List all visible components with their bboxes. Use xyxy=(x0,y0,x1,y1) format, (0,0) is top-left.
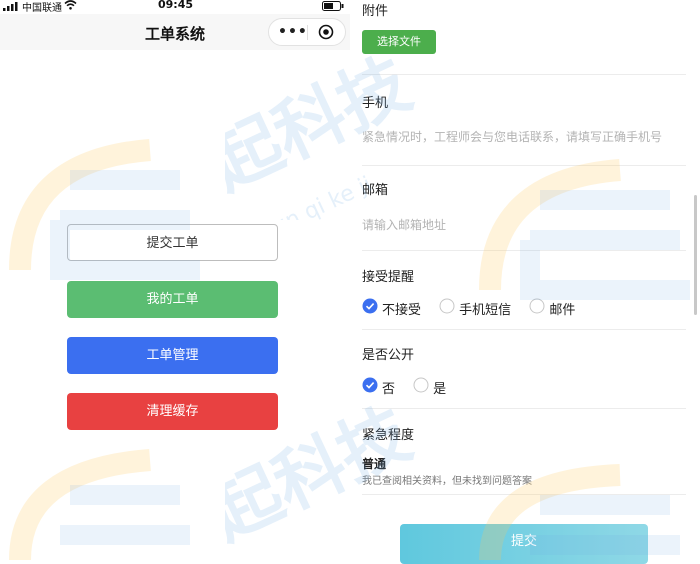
reminder-label: 接受提醒 xyxy=(362,270,415,285)
ticket-form-panel: 附件 选择文件 手机 紧急情况时，工程师会与您电话联系，请填写正确手机号 邮箱 … xyxy=(350,0,700,564)
divider xyxy=(362,329,686,330)
mini-program-capsule: ••• xyxy=(268,18,346,46)
wifi-icon xyxy=(64,0,77,13)
public-option-label: 否 xyxy=(382,381,396,397)
phone-input[interactable]: 紧急情况时，工程师会与您电话联系，请填写正确手机号 xyxy=(362,128,662,145)
divider xyxy=(362,74,686,75)
radio-checked-icon[interactable] xyxy=(362,298,378,318)
urgency-label: 紧急程度 xyxy=(362,428,415,443)
radio-unchecked-icon[interactable] xyxy=(439,298,455,318)
more-dots-icon[interactable]: ••• xyxy=(278,24,308,40)
nav-bar: 工单系统 ••• xyxy=(0,14,350,50)
public-radio-group: 否 是 xyxy=(362,377,460,397)
email-label: 邮箱 xyxy=(362,183,389,198)
reminder-option-label: 手机短信 xyxy=(459,302,512,318)
divider xyxy=(362,250,686,251)
divider xyxy=(362,494,686,495)
choose-file-button[interactable]: 选择文件 xyxy=(362,30,436,54)
my-tickets-button[interactable]: 我的工单 xyxy=(67,281,278,318)
urgency-description: 我已查阅相关资料，但未找到问题答案 xyxy=(362,476,532,487)
submit-button[interactable]: 提交 xyxy=(400,524,648,564)
status-bar: 中国联通 09:45 xyxy=(0,0,350,14)
ticket-management-button[interactable]: 工单管理 xyxy=(67,337,278,374)
urgency-value[interactable]: 普通 xyxy=(362,455,386,472)
divider xyxy=(362,408,686,409)
target-close-icon[interactable] xyxy=(318,24,334,44)
radio-checked-icon[interactable] xyxy=(362,377,378,397)
radio-unchecked-icon[interactable] xyxy=(413,377,429,397)
reminder-option-label: 不接受 xyxy=(382,302,422,318)
reminder-option-email[interactable]: 邮件 xyxy=(529,298,589,318)
email-input[interactable]: 请输入邮箱地址 xyxy=(362,216,446,233)
public-option-label: 是 xyxy=(433,381,447,397)
public-option-yes[interactable]: 是 xyxy=(413,377,460,397)
reminder-option-sms[interactable]: 手机短信 xyxy=(439,298,529,318)
public-label: 是否公开 xyxy=(362,348,415,363)
reminder-option-label: 邮件 xyxy=(549,302,576,318)
capsule-divider xyxy=(307,25,308,40)
home-panel: 中国联通 09:45 工单系统 ••• 提交工单 我的工单 工单管理 清理缓存 xyxy=(0,0,350,560)
clear-cache-button[interactable]: 清理缓存 xyxy=(67,393,278,430)
submit-ticket-button[interactable]: 提交工单 xyxy=(67,224,278,261)
radio-unchecked-icon[interactable] xyxy=(529,298,545,318)
divider xyxy=(362,165,686,166)
attachment-label: 附件 xyxy=(362,4,389,19)
public-option-no[interactable]: 否 xyxy=(362,377,413,397)
reminder-option-none[interactable]: 不接受 xyxy=(362,298,439,318)
battery-icon xyxy=(322,1,344,14)
scrollbar[interactable] xyxy=(694,195,697,315)
clock-time: 09:45 xyxy=(158,0,194,11)
signal-icon xyxy=(3,1,19,14)
reminder-radio-group: 不接受 手机短信 邮件 xyxy=(362,298,589,318)
carrier-name: 中国联通 xyxy=(22,3,62,14)
phone-label: 手机 xyxy=(362,96,389,111)
